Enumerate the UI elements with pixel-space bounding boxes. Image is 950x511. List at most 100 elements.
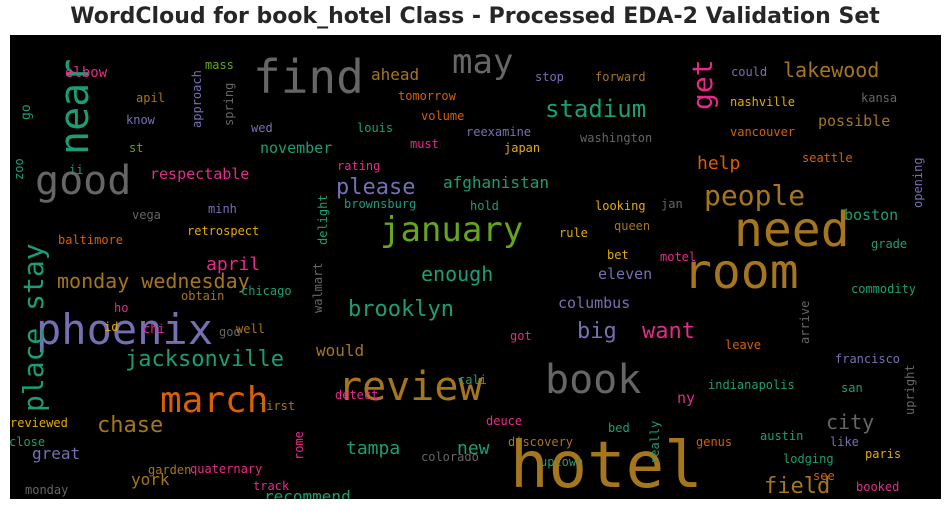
word-april: april: [206, 254, 260, 275]
word-book: book: [545, 357, 641, 403]
word-monday: monday: [25, 483, 68, 497]
word-commodity: commodity: [851, 282, 916, 296]
word-austin: austin: [760, 429, 803, 443]
word-vancouver: vancouver: [730, 125, 795, 139]
word-january: january: [380, 210, 523, 250]
wordcloud-svg: hotelroomneedfindphoenixreview bookneargo…: [10, 42, 925, 499]
word-colorado: colorado: [421, 450, 479, 464]
word-bed: bed: [608, 421, 630, 435]
word-got: got: [510, 329, 532, 343]
word-volume: volume: [421, 109, 464, 123]
chart-title: WordCloud for book_hotel Class - Process…: [70, 4, 880, 29]
word-enough: enough: [421, 262, 493, 286]
word-baltimore: baltimore: [58, 233, 123, 247]
word-columbus: columbus: [558, 294, 630, 312]
word-spring: spring: [222, 83, 236, 126]
word-ahead: ahead: [371, 65, 419, 84]
word-san: san: [841, 381, 863, 395]
word-ho: ho: [114, 301, 128, 315]
word-well: well: [236, 322, 265, 336]
word-respectable: respectable: [150, 165, 249, 183]
word-place-stay: place stay: [17, 243, 50, 412]
word-must: must: [410, 137, 439, 151]
word-grade: grade: [871, 237, 907, 251]
word-rating: rating: [337, 159, 380, 173]
word-chicago: chicago: [241, 284, 292, 298]
word-reviewed: reviewed: [10, 416, 68, 430]
word-first: first: [259, 399, 295, 413]
word-help: help: [697, 153, 740, 174]
word-know: know: [126, 113, 156, 127]
word-washington: washington: [580, 131, 652, 145]
word-elbow: elbow: [65, 65, 108, 81]
word-francisco: francisco: [835, 352, 900, 366]
word-minh: minh: [208, 202, 237, 216]
word-apil: apil: [136, 91, 165, 105]
word-detect: detect: [335, 388, 378, 402]
word-get: get: [686, 59, 719, 110]
word-opening: opening: [911, 157, 925, 208]
word-lakewood: lakewood: [783, 58, 879, 82]
word-hold: hold: [470, 199, 499, 213]
word-see: see: [813, 469, 835, 483]
word-brooklyn: brooklyn: [348, 297, 454, 322]
word-afghanistan: afghanistan: [443, 173, 549, 192]
word-bet: bet: [607, 248, 629, 262]
word-id: id: [104, 320, 118, 334]
word-genus: genus: [696, 435, 732, 449]
word-approach: approach: [190, 70, 204, 128]
word-stadium: stadium: [545, 95, 646, 123]
word-cali: cali: [458, 373, 487, 387]
word-looking: looking: [595, 199, 646, 213]
word-uptown: uptown: [540, 455, 583, 469]
word-arrive: arrive: [798, 301, 812, 344]
word-go: go: [19, 104, 34, 120]
word-queen: queen: [614, 219, 650, 233]
word-may: may: [452, 42, 513, 82]
word-lodging: lodging: [783, 452, 834, 466]
word-zoo: zoo: [12, 158, 26, 180]
word-find: find: [253, 50, 364, 104]
word-st: st: [129, 141, 143, 155]
word-chi: chi: [143, 322, 165, 336]
word-stop: stop: [535, 70, 564, 84]
word-indianapolis: indianapolis: [708, 378, 795, 392]
word-paris: paris: [865, 447, 901, 461]
word-walmart: walmart: [311, 262, 325, 313]
word-november: november: [260, 139, 332, 157]
word-booked: booked: [856, 480, 899, 494]
word-forward: forward: [595, 70, 646, 84]
word-discovery: discovery: [508, 435, 573, 449]
word-boston: boston: [844, 206, 898, 224]
word-motel: motel: [660, 250, 696, 264]
word-would: would: [316, 341, 364, 360]
wordcloud-canvas: hotel room need find phoenix review book near go…: [10, 35, 941, 499]
word-nashville: nashville: [730, 95, 795, 109]
word-really: really: [648, 421, 662, 464]
word-reexamine: reexamine: [466, 125, 531, 139]
word-tampa: tampa: [346, 438, 400, 459]
word-like: like: [830, 435, 859, 449]
word-review: review: [338, 364, 483, 410]
word-jacksonville: jacksonville: [125, 347, 284, 372]
word-track: track: [253, 479, 290, 493]
word-tomorrow: tomorrow: [398, 89, 457, 103]
word-rome: rome: [292, 431, 306, 460]
word-close: close: [10, 435, 45, 449]
word-rule: rule: [559, 226, 588, 240]
word-leave: leave: [725, 338, 761, 352]
word-obtain: obtain: [181, 289, 224, 303]
word-seattle: seattle: [802, 151, 853, 165]
word-mass: mass: [205, 58, 234, 72]
word-upright: upright: [903, 364, 917, 415]
word-louis: louis: [357, 121, 393, 135]
word-possible: possible: [818, 112, 890, 130]
word-kansa: kansa: [861, 91, 897, 105]
word-deuce: deuce: [486, 414, 522, 428]
word-march: march: [160, 380, 268, 421]
word-brownsburg: brownsburg: [344, 197, 416, 211]
word-could: could: [731, 65, 767, 79]
word-delight: delight: [316, 194, 330, 245]
word-retrospect: retrospect: [187, 224, 259, 238]
word-jan: jan: [661, 197, 683, 211]
